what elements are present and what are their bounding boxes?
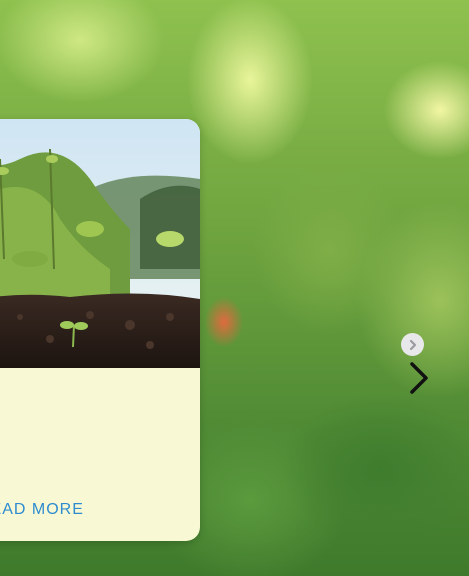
card-body: n READ MORE: [0, 368, 200, 541]
chevron-right-circle-icon: [409, 339, 416, 350]
chevron-right-icon: [410, 362, 428, 394]
card-text-fragment: n: [0, 444, 2, 462]
next-slide-dot-button[interactable]: [401, 333, 424, 356]
article-card: n READ MORE: [0, 119, 200, 541]
next-slide-arrow-button[interactable]: [405, 360, 433, 396]
read-more-link[interactable]: READ MORE: [0, 501, 84, 519]
card-image-soil-seedling: [0, 119, 200, 368]
carousel-stage: n READ MORE: [0, 0, 469, 576]
